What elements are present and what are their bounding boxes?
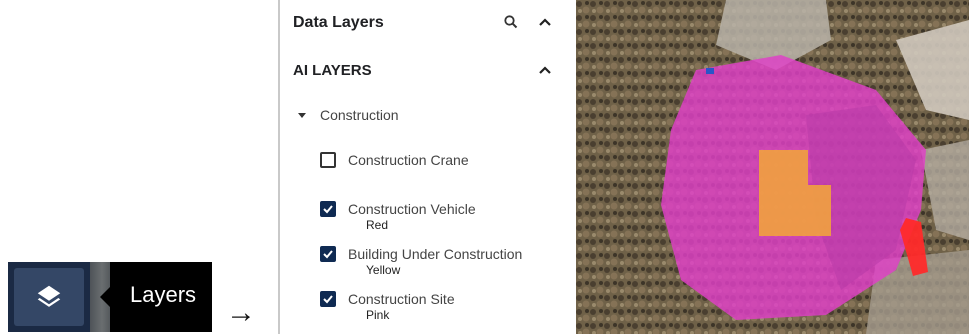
checkmark-icon	[323, 250, 333, 259]
aerial-imagery	[576, 0, 969, 334]
collapse-section-chevron-up-icon[interactable]	[538, 64, 552, 76]
layer-checkbox[interactable]	[320, 246, 336, 262]
caret-down-icon	[298, 112, 306, 118]
layer-label: Building Under Construction	[348, 246, 523, 262]
layer-color-label: Red	[366, 218, 389, 232]
layers-tooltip: Layers	[100, 262, 212, 332]
ai-layers-section-title: AI LAYERS	[293, 62, 372, 79]
right-arrow-icon: →	[226, 296, 256, 329]
layer-color-label: Yellow	[366, 263, 401, 277]
layer-item-building-under-construction: Building Under Construction Yellow	[320, 246, 522, 277]
layer-label: Construction Site	[348, 291, 455, 307]
layer-label: Construction Crane	[348, 152, 469, 168]
layers-button[interactable]	[14, 268, 84, 326]
collapse-panel-chevron-up-icon[interactable]	[538, 16, 552, 28]
layer-item-construction-site: Construction Site Pink	[320, 291, 455, 322]
layer-label: Construction Vehicle	[348, 201, 476, 217]
construction-group-toggle[interactable]: Construction	[298, 107, 399, 123]
aerial-map-view[interactable]	[576, 0, 969, 334]
layer-item-construction-vehicle: Construction Vehicle Red	[320, 201, 476, 232]
layer-item-construction-crane: Construction Crane	[320, 152, 469, 168]
layer-checkbox[interactable]	[320, 152, 336, 168]
checkmark-icon	[323, 295, 333, 304]
checkmark-icon	[323, 205, 333, 214]
search-icon[interactable]	[503, 14, 519, 30]
group-label: Construction	[320, 107, 399, 123]
layer-checkbox[interactable]	[320, 201, 336, 217]
data-layers-panel: Data Layers AI LAYERS Construction Const…	[278, 0, 576, 334]
layer-color-label: Pink	[366, 308, 390, 322]
panel-title: Data Layers	[293, 14, 384, 31]
layers-icon	[37, 285, 61, 307]
tooltip-label: Layers	[130, 282, 197, 307]
tooltip-pointer	[100, 287, 110, 307]
layers-control: Layers	[8, 262, 212, 332]
layer-checkbox[interactable]	[320, 291, 336, 307]
